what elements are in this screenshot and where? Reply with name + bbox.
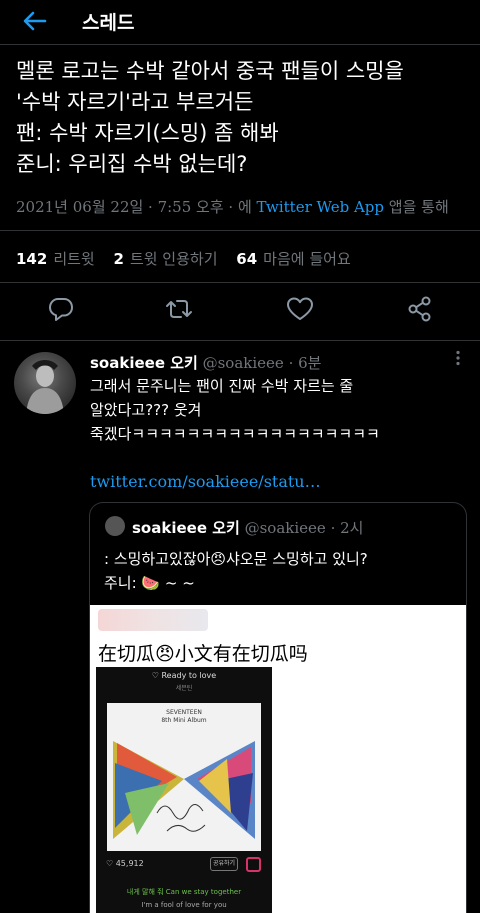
tweet-stats: 142 리트윗 2 트윗 인용하기 64 마음에 들어요 <box>16 248 365 269</box>
quoted-tweet[interactable]: soakieee 오키 @soakieee · 2시 : 스밍하고있잖아😠샤오문… <box>89 502 467 913</box>
quoted-text: : 스밍하고있잖아😠샤오문 스밍하고 있니? 주니: 🍉 ~ ~ <box>104 547 368 595</box>
reply-handle: @soakieee · 6분 <box>202 354 322 372</box>
tweet-source-link[interactable]: Twitter Web App <box>257 198 384 216</box>
more-icon[interactable] <box>450 350 466 366</box>
reply-author-name[interactable]: soakieee 오키 <box>90 354 198 372</box>
lyric-line: I'm a fool of love for you <box>141 901 227 909</box>
divider <box>0 340 480 341</box>
tweet-line: 팬: 수박 자르기(스밍) 좀 해봐 <box>16 121 279 145</box>
tweet-source-suffix: 앱을 통해 <box>388 198 449 216</box>
song-artist: 세븐틴 <box>175 685 193 692</box>
quoted-handle: @soakieee · 2시 <box>244 519 364 537</box>
retweet-count: 142 <box>16 250 48 268</box>
divider <box>0 230 480 231</box>
divider <box>0 282 480 283</box>
tweet-line: 준니: 우리집 수박 없는데? <box>16 152 248 176</box>
reply-text: 그래서 문주니는 팬이 진짜 수박 자르는 줄 알았다고??? 웃겨 죽겠다ㅋㅋ… <box>90 374 470 446</box>
instagram-icon <box>246 857 261 872</box>
album-cover: SEVENTEEN 8th Mini Album <box>107 703 261 851</box>
quoted-author-name: soakieee 오키 <box>132 519 240 537</box>
album-group: SEVENTEEN <box>166 709 202 716</box>
reply-line: 죽겠다ㅋㅋㅋㅋㅋㅋㅋㅋㅋㅋㅋㅋㅋㅋㅋㅋㅋㅋ <box>90 425 380 443</box>
page-title: 스레드 <box>82 12 135 34</box>
like-label: 마음에 들어요 <box>263 250 351 268</box>
retweet-stat[interactable]: 142 리트윗 <box>16 250 95 268</box>
tweet-meta: 2021년 06월 22일 · 7:55 오후 · 에 Twitter Web … <box>16 196 449 217</box>
divider <box>0 44 480 45</box>
quote-count: 2 <box>113 250 124 268</box>
image-caption: 在切瓜😠小文有在切瓜吗 <box>98 643 308 665</box>
blurred-text <box>98 609 208 631</box>
avatar-photo-icon <box>26 360 64 414</box>
tweet-line: 멜론 로고는 수박 같아서 중국 팬들이 스밍을 <box>16 59 404 83</box>
phone-screenshot: ♡ Ready to love 세븐틴 SEVENTEEN 8th Mini A… <box>96 667 272 913</box>
reply-line: 그래서 문주니는 팬이 진짜 수박 자르는 줄 <box>90 377 354 395</box>
arrow-left-icon[interactable] <box>20 8 48 34</box>
reply-icon[interactable] <box>46 294 76 324</box>
quote-stat[interactable]: 2 트윗 인용하기 <box>114 250 218 268</box>
quoted-line: : 스밍하고있잖아😠샤오문 스밍하고 있니? <box>104 550 368 568</box>
retweet-label: 리트윗 <box>53 250 95 268</box>
top-bar: 스레드 <box>0 0 480 44</box>
tweet-actions <box>0 294 480 328</box>
tweet-text: 멜론 로고는 수박 같아서 중국 팬들이 스밍을 '수박 자르기'라고 부르거든… <box>16 56 476 180</box>
share-button: 공유하기 <box>210 857 238 871</box>
like-count: 64 <box>236 250 258 268</box>
album-art-icon <box>113 741 255 839</box>
quote-label: 트윗 인용하기 <box>129 250 218 268</box>
lyric-line: 내게 말해 줘 Can we stay together <box>126 888 242 896</box>
like-icon[interactable] <box>285 294 315 324</box>
share-icon[interactable] <box>405 294 435 324</box>
song-likes: ♡ 45,912 <box>106 859 144 868</box>
reply-line: 알았다고??? 웃겨 <box>90 401 202 419</box>
tweet-timestamp: 2021년 06월 22일 · 7:55 오후 · 에 <box>16 198 252 216</box>
like-stat[interactable]: 64 마음에 들어요 <box>236 250 350 268</box>
song-title: ♡ Ready to love <box>151 671 217 680</box>
quoted-avatar <box>105 516 125 536</box>
quoted-header: soakieee 오키 @soakieee · 2시 <box>132 517 363 538</box>
retweet-icon[interactable] <box>164 294 194 324</box>
reply-header: soakieee 오키 @soakieee · 6분 <box>90 352 321 373</box>
quoted-image[interactable]: 在切瓜😠小文有在切瓜吗 ♡ Ready to love 세븐틴 SEVENTEE… <box>90 605 466 913</box>
reply-link[interactable]: twitter.com/soakieee/statu… <box>90 472 321 491</box>
album-subtitle: 8th Mini Album <box>161 717 207 724</box>
quoted-line: 주니: 🍉 ~ ~ <box>104 574 195 592</box>
tweet-line: '수박 자르기'라고 부르거든 <box>16 90 254 114</box>
avatar[interactable] <box>14 352 76 414</box>
